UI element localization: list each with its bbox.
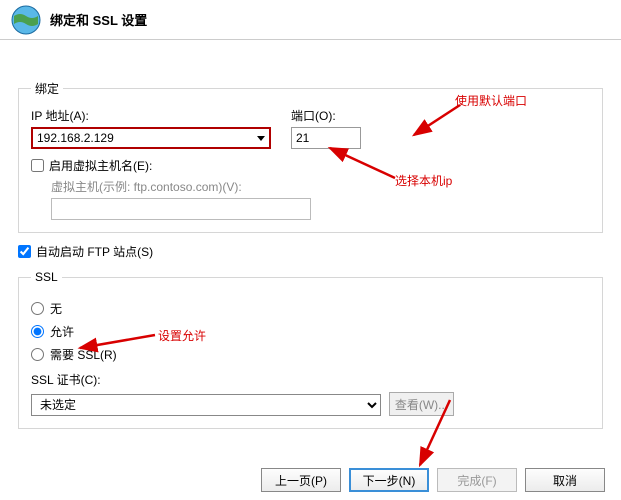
- autostart-label: 自动启动 FTP 站点(S): [36, 243, 153, 260]
- finish-button: 完成(F): [437, 468, 517, 492]
- ssl-require-radio[interactable]: [31, 348, 44, 361]
- binding-group: 绑定 IP 地址(A): 端口(O): 启用虚拟主机名(E): 虚拟主机(示例: [18, 80, 603, 233]
- next-button[interactable]: 下一步(N): [349, 468, 429, 492]
- autostart-checkbox[interactable]: [18, 245, 31, 258]
- ip-label: IP 地址(A):: [31, 107, 271, 124]
- ssl-legend: SSL: [31, 270, 62, 284]
- vhost-checkbox[interactable]: [31, 159, 44, 172]
- view-cert-button: 查看(W)...: [389, 392, 454, 416]
- port-input[interactable]: [291, 127, 361, 149]
- ssl-none-label: 无: [50, 300, 62, 317]
- dialog-header: 绑定和 SSL 设置: [0, 0, 621, 40]
- ssl-allow-label: 允许: [50, 323, 74, 340]
- port-label: 端口(O):: [291, 107, 361, 124]
- ssl-allow-radio[interactable]: [31, 325, 44, 338]
- globe-icon: [10, 4, 42, 36]
- ssl-none-radio[interactable]: [31, 302, 44, 315]
- vhost-checkbox-label: 启用虚拟主机名(E):: [49, 157, 152, 174]
- dialog-footer: 上一页(P) 下一步(N) 完成(F) 取消: [261, 468, 605, 492]
- ip-combobox[interactable]: [31, 127, 271, 149]
- vhost-input: [51, 198, 311, 220]
- vhost-label: 虚拟主机(示例: ftp.contoso.com)(V):: [51, 178, 590, 195]
- cancel-button[interactable]: 取消: [525, 468, 605, 492]
- cert-select[interactable]: 未选定: [31, 394, 381, 416]
- binding-legend: 绑定: [31, 80, 63, 97]
- cert-label: SSL 证书(C):: [31, 371, 590, 388]
- prev-button[interactable]: 上一页(P): [261, 468, 341, 492]
- dropdown-arrow-icon[interactable]: [251, 127, 271, 149]
- ssl-group: SSL 无 允许 需要 SSL(R) SSL 证书(C): 未选定 查看(W).…: [18, 270, 603, 429]
- dialog-title: 绑定和 SSL 设置: [50, 10, 147, 29]
- ssl-require-label: 需要 SSL(R): [50, 346, 117, 363]
- ip-input[interactable]: [31, 127, 271, 149]
